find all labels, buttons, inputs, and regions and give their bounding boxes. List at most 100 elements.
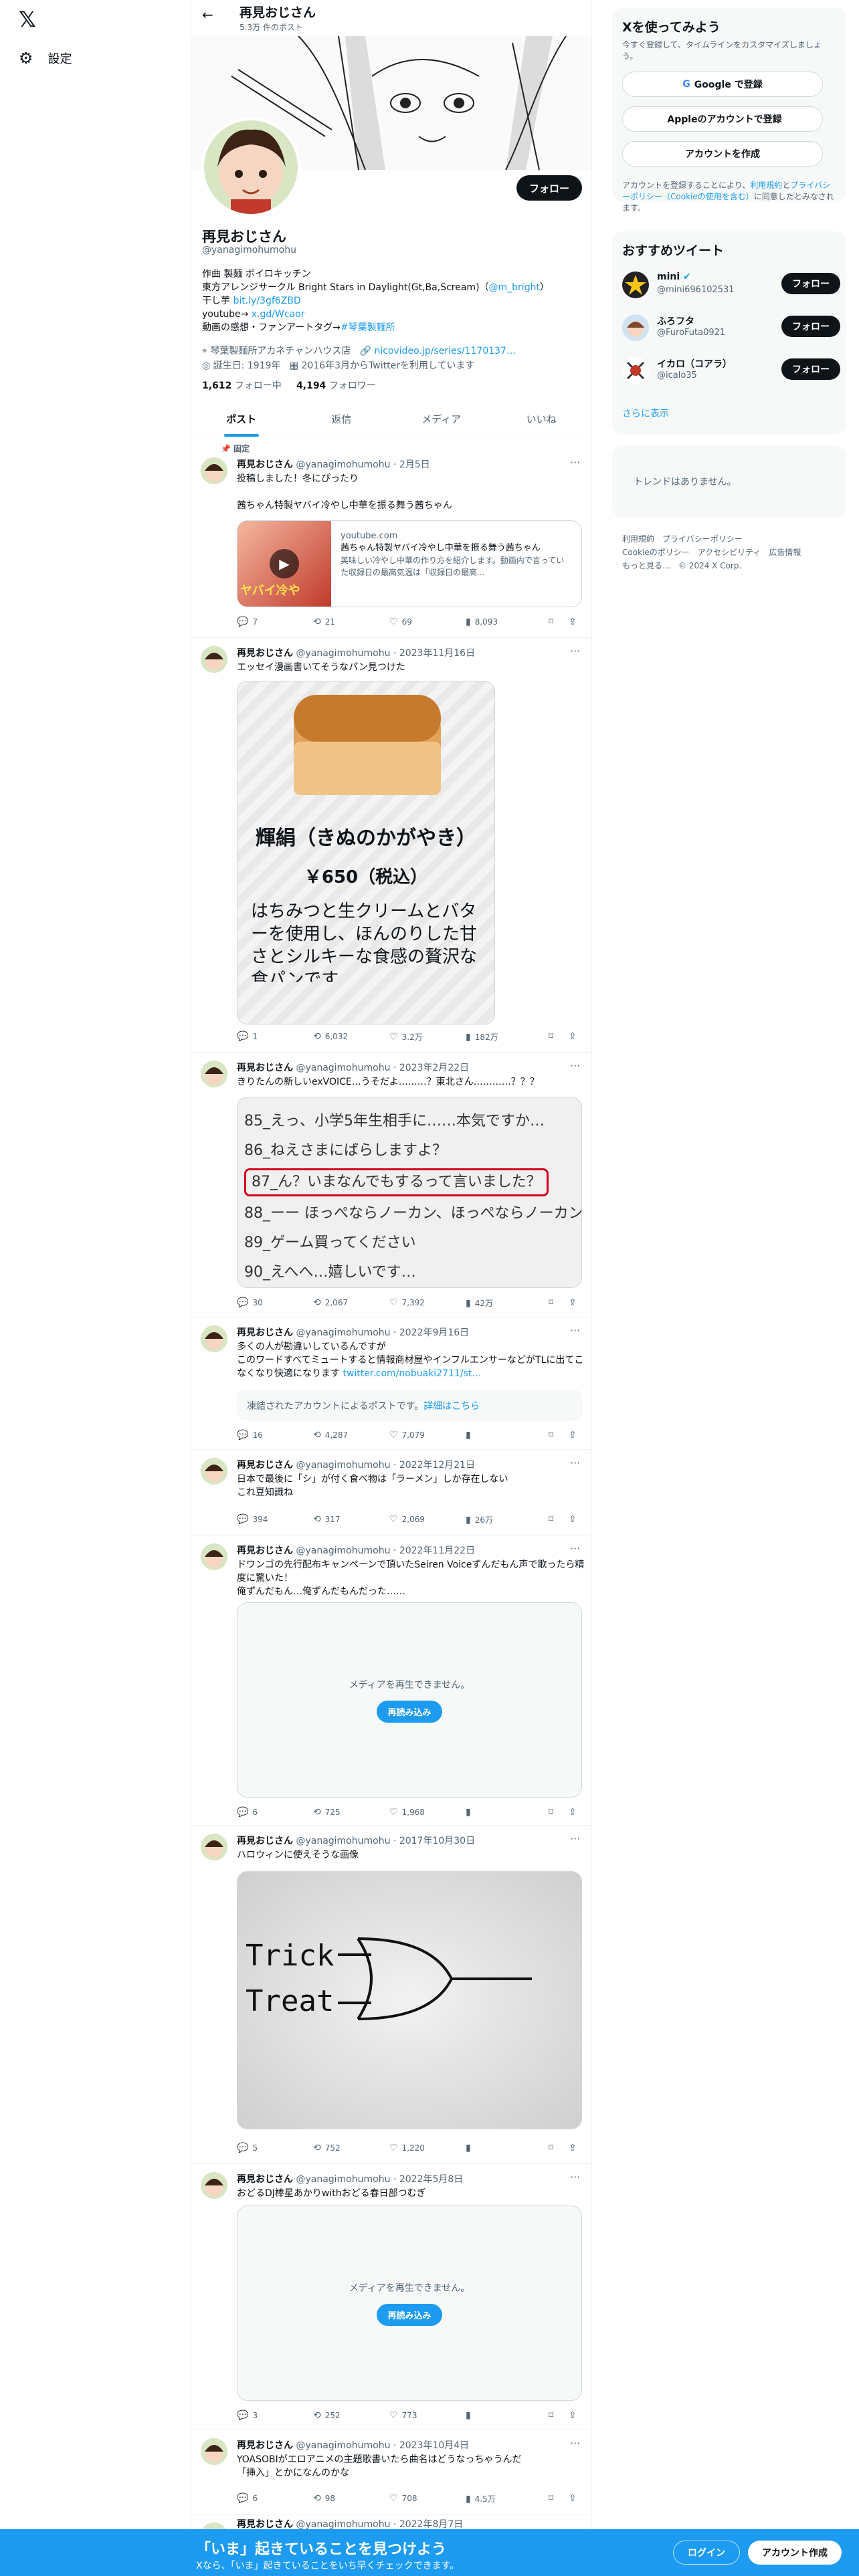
like-button[interactable]: ♡ 773 (389, 2410, 417, 2421)
reply-button[interactable]: 💬 1 (237, 1031, 258, 1042)
bookmark-button[interactable]: ⌑ (549, 2493, 553, 2504)
tweet[interactable]: 再見おじさん @yanagimohumohu · 2023年2月22日 ··· … (191, 1053, 591, 1317)
bookmark-button[interactable]: ⌑ (549, 1807, 553, 1818)
tweet-date[interactable]: 2017年10月30日 (399, 1836, 475, 1846)
bookmark-button[interactable]: ⌑ (549, 2143, 553, 2153)
tweet-date[interactable]: 2022年12月21日 (399, 1460, 475, 1471)
like-button[interactable]: ♡ 7,392 (389, 1297, 425, 1308)
footer-line[interactable]: Cookieのポリシー アクセシビリティ 広告情報 (622, 546, 836, 559)
more-icon[interactable]: ··· (570, 456, 580, 469)
avatar[interactable] (201, 1543, 227, 1570)
views-button[interactable]: ▮ 26万 (466, 1514, 493, 1525)
repost-button[interactable]: ⟲ 6,032 (313, 1031, 348, 1042)
suggested-user[interactable]: ふろフタ @FuroFuta0921 フォロー (622, 312, 840, 344)
more-icon[interactable]: ··· (570, 1542, 580, 1555)
like-button[interactable]: ♡ 1,968 (389, 1807, 425, 1818)
tweet[interactable]: 再見おじさん @yanagimohumohu · 2017年10月30日 ···… (191, 1826, 591, 2164)
share-button[interactable]: ⇪ (569, 1807, 577, 1818)
tab-replies[interactable]: 返信 (292, 401, 392, 437)
terms-link[interactable]: 利用規約 (750, 181, 782, 190)
views-button[interactable]: ▮ (466, 1430, 471, 1440)
repost-button[interactable]: ⟲ 2,067 (313, 1297, 348, 1308)
tweet-author-name[interactable]: 再見おじさん (237, 648, 293, 659)
reply-button[interactable]: 💬 394 (237, 1514, 268, 1525)
bookmark-button[interactable]: ⌑ (549, 1031, 553, 1042)
views-button[interactable]: ▮ 8,093 (466, 617, 498, 627)
views-button[interactable]: ▮ (466, 1807, 471, 1818)
repost-button[interactable]: ⟲ 21 (313, 617, 335, 627)
repost-button[interactable]: ⟲ 725 (313, 1807, 341, 1818)
like-button[interactable]: ♡ 7,079 (389, 1430, 425, 1440)
avatar[interactable] (201, 1061, 227, 1087)
avatar[interactable] (201, 457, 227, 484)
suggested-user[interactable]: mini ✔ @mini696102531 フォロー (622, 269, 840, 301)
share-button[interactable]: ⇪ (569, 1031, 577, 1042)
share-button[interactable]: ⇪ (569, 2410, 577, 2421)
more-icon[interactable]: ··· (570, 2171, 580, 2183)
reply-button[interactable]: 💬 16 (237, 1430, 263, 1440)
bio-link-youtube[interactable]: x.gd/Wcaor (252, 309, 305, 320)
more-icon[interactable]: ··· (570, 1324, 580, 1337)
share-button[interactable]: ⇪ (569, 1514, 577, 1525)
footer-line[interactable]: もっと見る… © 2024 X Corp. (622, 559, 836, 572)
share-button[interactable]: ⇪ (569, 2143, 577, 2153)
tweet-date[interactable]: 2023年11月16日 (399, 648, 475, 659)
back-arrow-icon[interactable]: ← (202, 7, 213, 23)
tweet[interactable]: 再見おじさん @yanagimohumohu · 2022年9月16日 ··· … (191, 1317, 591, 1450)
tweet-quoted-link[interactable]: twitter.com/nobuaki2711/st… (343, 1368, 481, 1379)
play-icon[interactable]: ▶ (270, 549, 299, 578)
tweet[interactable]: 再見おじさん @yanagimohumohu · 2022年5月8日 ··· お… (191, 2164, 591, 2430)
tweet-author-name[interactable]: 再見おじさん (237, 2519, 293, 2529)
views-button[interactable]: ▮ 182万 (466, 1031, 498, 1043)
tweet-date[interactable]: 2022年9月16日 (399, 1327, 469, 1338)
avatar[interactable] (201, 2172, 227, 2199)
share-button[interactable]: ⇪ (569, 2493, 577, 2504)
tweet-date[interactable]: 2月5日 (399, 459, 430, 470)
tweet-author-name[interactable]: 再見おじさん (237, 459, 293, 470)
tweet-author-name[interactable]: 再見おじさん (237, 2440, 293, 2451)
tweet-author-name[interactable]: 再見おじさん (237, 1545, 293, 1556)
avatar[interactable] (622, 272, 649, 298)
share-button[interactable]: ⇪ (569, 1430, 577, 1440)
create-account-button[interactable]: アカウントを作成 (622, 141, 823, 167)
apple-signup-button[interactable]: Appleのアカウントで登録 (622, 106, 823, 132)
tweet-date[interactable]: 2022年11月22日 (399, 1545, 475, 1556)
avatar[interactable] (622, 314, 649, 341)
repost-button[interactable]: ⟲ 98 (313, 2493, 335, 2504)
profile-website-link[interactable]: nicovideo.jp/series/1170137… (374, 346, 516, 356)
following-link[interactable]: 1,612 フォロー中 (202, 381, 282, 391)
reload-button[interactable]: 再読み込み (377, 2303, 442, 2326)
follow-button[interactable]: フォロー (781, 316, 840, 337)
bookmark-button[interactable]: ⌑ (549, 1430, 553, 1440)
views-button[interactable]: ▮ (466, 2410, 471, 2421)
tweet-author-name[interactable]: 再見おじさん (237, 1836, 293, 1846)
tweet-date[interactable]: 2022年5月8日 (399, 2174, 463, 2185)
bookmark-button[interactable]: ⌑ (549, 617, 553, 627)
like-button[interactable]: ♡ 3.2万 (389, 1031, 423, 1043)
tweet-image[interactable]: 85_えっ、小学5年生相手に……本気ですか… 86_ねえさまにばらしますよ？ 8… (237, 1097, 582, 1288)
tweet-image[interactable]: 輝絹（きぬのかがやき） ￥650（税込） はちみつと生クリームとバターを使用し、… (237, 681, 495, 1025)
more-icon[interactable]: ··· (570, 2437, 580, 2450)
link-card[interactable]: ▶ ヤバイ冷や youtube.com 茜ちゃん特製ヤバイ冷やし中華を振る舞う茜… (237, 520, 582, 607)
reply-button[interactable]: 💬 3 (237, 2410, 258, 2421)
bio-hashtag-link[interactable]: #琴葉製麺所 (341, 322, 395, 333)
tab-likes[interactable]: いいね (492, 401, 592, 437)
nav-settings[interactable]: ⚙ 設定 (19, 47, 72, 70)
like-button[interactable]: ♡ 708 (389, 2493, 417, 2504)
more-icon[interactable]: ··· (570, 1832, 580, 1845)
follow-button[interactable]: フォロー (781, 358, 840, 380)
avatar[interactable] (201, 1325, 227, 1352)
reply-button[interactable]: 💬 5 (237, 2143, 258, 2153)
tweet-author-name[interactable]: 再見おじさん (237, 2174, 293, 2185)
bookmark-button[interactable]: ⌑ (549, 2410, 553, 2421)
repost-button[interactable]: ⟲ 752 (313, 2143, 341, 2153)
tweet[interactable]: 再見おじさん @yanagimohumohu · 2023年10月4日 ··· … (191, 2430, 591, 2514)
tweet[interactable]: 再見おじさん @yanagimohumohu · 2022年12月21日 ···… (191, 1450, 591, 1535)
more-icon[interactable]: ··· (570, 1059, 580, 1072)
avatar[interactable] (201, 2438, 227, 2465)
bookmark-button[interactable]: ⌑ (549, 1514, 553, 1525)
tab-posts[interactable]: ポスト (191, 401, 292, 437)
bio-mention-link[interactable]: @m_bright (489, 282, 540, 293)
follow-button[interactable]: フォロー (516, 175, 582, 201)
like-button[interactable]: ♡ 1,220 (389, 2143, 425, 2153)
